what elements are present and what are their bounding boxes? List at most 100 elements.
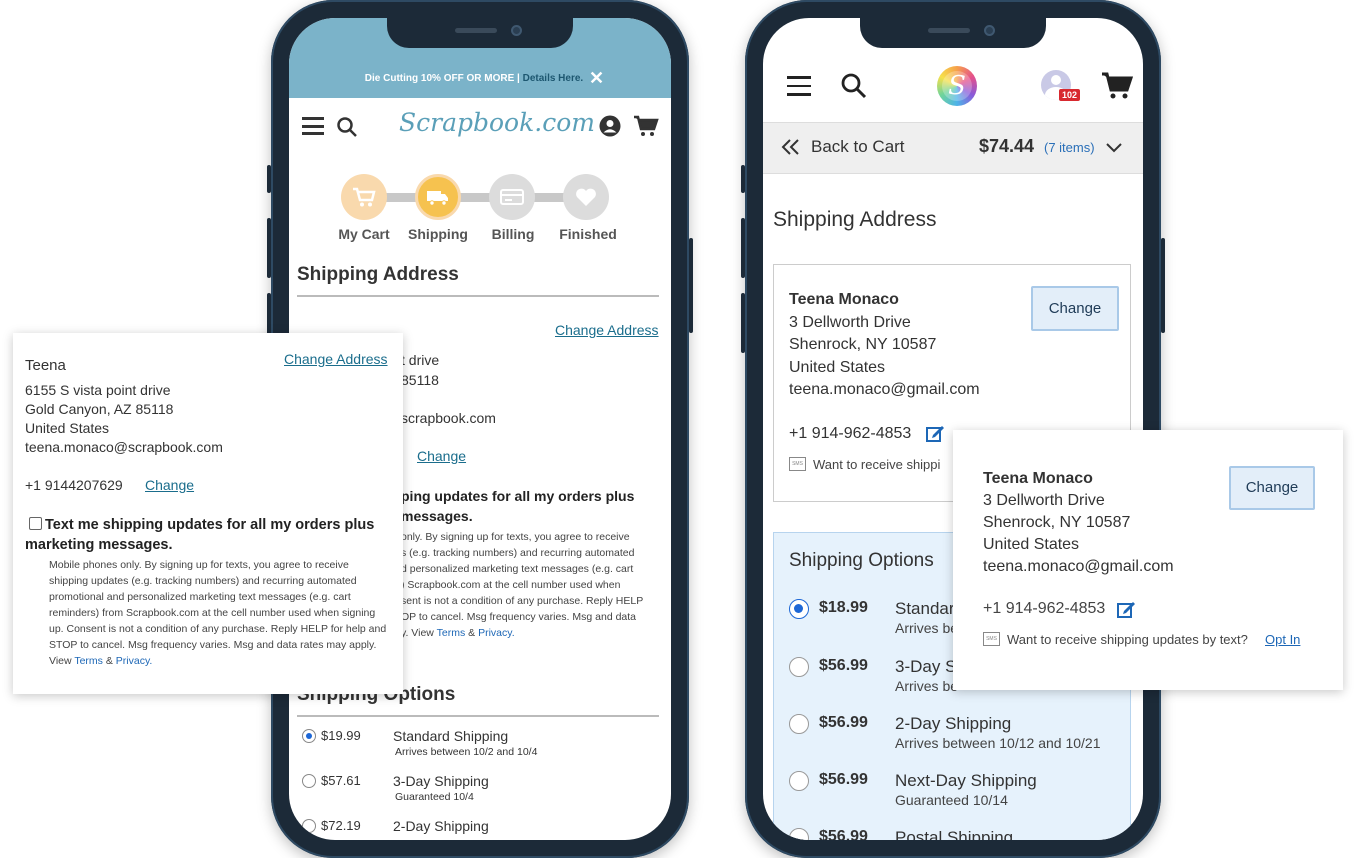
option-radio[interactable] [789,771,809,791]
edit-phone-icon[interactable] [1116,599,1136,624]
cart-icon[interactable] [1101,72,1134,105]
address-email: teena.monaco@scrapbook.com [25,439,223,455]
option-name: Postal Shipping [895,828,1014,840]
shipping-option[interactable]: $57.61 3-Day Shipping Guaranteed 10/4 [302,773,662,813]
option-sub: Arrives be [895,678,959,694]
option-sub: Guaranteed 10/4 [395,791,474,803]
shipping-option[interactable]: $72.19 2-Day Shipping [302,818,662,840]
option-radio[interactable] [789,714,809,734]
privacy-link[interactable]: Privacy. [116,655,153,667]
sms-fine-print: only. By signing up for texts, you agree… [401,531,644,639]
chevron-down-icon[interactable] [1105,141,1123,159]
banner-close-icon[interactable]: ✕ [589,68,604,89]
address-country: United States [789,359,886,376]
change-address-button[interactable]: Change [1229,466,1315,510]
option-radio[interactable] [789,657,809,677]
account-icon[interactable] [599,115,621,142]
sms-label-fragment: ping updates for all my orders plus [401,488,635,504]
cart-icon[interactable] [633,115,659,142]
address-email: teena.monaco@gmail.com [789,381,980,398]
address-line-fragment: t drive [401,352,440,368]
back-to-cart-link[interactable]: Back to Cart [811,137,905,157]
option-radio[interactable] [302,819,316,833]
address-line-2: Gold Canyon, AZ 85118 [25,401,174,417]
option-price: $56.99 [819,657,868,674]
shipping-option[interactable]: $56.99 2-Day Shipping Arrives between 10… [789,714,1119,758]
address-country: United States [25,420,110,436]
shipping-options-title: Shipping Options [789,550,934,571]
option-price: $56.99 [819,771,868,788]
address-line-2: Shenrock, NY 10587 [983,514,1131,531]
option-price: $18.99 [819,599,868,616]
email-fragment: scrapbook.com [401,410,496,426]
opt-in-link[interactable]: Opt In [1265,632,1300,647]
shipping-address-title: Shipping Address [773,208,937,231]
terms-link[interactable]: Terms [437,627,466,639]
shipping-option[interactable]: $56.99 Postal Shipping [789,828,1119,840]
hamburger-menu-icon[interactable] [302,117,324,135]
step-label-finished: Finished [559,226,617,242]
address-line-2: Shenrock, NY 10587 [789,336,937,353]
brand-s-logo[interactable]: S [937,66,977,106]
phone-notch [860,18,1046,48]
hamburger-menu-icon[interactable] [787,76,811,96]
option-name: Standard Shipping [393,728,509,744]
edit-phone-icon[interactable] [925,423,945,448]
phone-notch [387,18,573,48]
change-address-link[interactable]: Change Address [555,322,659,338]
right-address-card: Teena Monaco 3 Dellworth Drive Shenrock,… [953,430,1343,690]
recipient-name: Teena [25,357,66,374]
brand-logo[interactable]: Scrapbook.com [399,108,595,137]
sms-opt-in-label[interactable]: Text me shipping updates for all my orde… [25,515,385,555]
address-line-1: 6155 S vista point drive [25,382,171,398]
double-chevron-left-icon[interactable] [781,138,801,161]
sms-icon: SMS [789,457,806,471]
recipient-name: Teena Monaco [983,470,1093,487]
section-divider [297,295,659,297]
heart-icon [576,188,596,206]
change-address-link[interactable]: Change Address [284,351,388,367]
card-icon [500,189,524,205]
address-email: teena.monaco@gmail.com [983,558,1174,575]
sms-fine-print: Mobile phones only. By signing up for te… [49,559,387,667]
sms-prompt-text: Want to receive shipping updates by text… [1007,632,1248,647]
right-phone-frame: S 102 Back to Cart $74.44 (7 items) Ship… [741,0,1165,858]
option-name: 2-Day Shipping [895,714,1012,733]
option-radio[interactable] [789,599,809,619]
change-address-button[interactable]: Change [1031,286,1119,331]
shipping-option[interactable]: $56.99 Next-Day Shipping Guaranteed 10/1… [789,771,1119,815]
option-radio[interactable] [789,828,809,840]
option-name: Next-Day Shipping [895,771,1037,790]
option-name: 3-Day S [895,657,957,676]
option-price: $19.99 [321,728,361,743]
phone-number: +1 9144207629 [25,477,123,493]
phone-number: +1 914-962-4853 [983,600,1106,617]
option-radio[interactable] [302,729,316,743]
shipping-option[interactable]: $19.99 Standard Shipping Arrives between… [302,728,662,768]
address-line-fragment: 85118 [401,372,439,388]
option-price: $56.99 [819,714,868,731]
option-name: 3-Day Shipping [393,773,489,789]
option-price: $57.61 [321,773,361,788]
recipient-name: Teena Monaco [789,291,899,308]
terms-link[interactable]: Terms [74,655,103,667]
promo-details-link[interactable]: Details Here. [523,73,584,84]
search-icon[interactable] [336,116,358,143]
phone-change-link[interactable]: Change [417,448,466,464]
option-sub: Arrives between 10/2 and 10/4 [395,746,538,758]
change-phone-link[interactable]: Change [145,477,194,493]
notification-badge: 102 [1059,89,1081,101]
section-divider [297,715,659,717]
step-shipping [415,174,461,220]
option-sub: Guaranteed 10/14 [895,792,1008,808]
search-icon[interactable] [840,72,868,105]
privacy-link[interactable]: Privacy. [478,627,515,639]
option-radio[interactable] [302,774,316,788]
option-price: $72.19 [321,818,361,833]
option-price: $56.99 [819,828,868,840]
step-billing [489,174,535,220]
order-total: $74.44 [979,136,1035,156]
address-line-1: 3 Dellworth Drive [983,492,1105,509]
right-phone-screen: S 102 Back to Cart $74.44 (7 items) Ship… [763,18,1143,840]
sms-prompt-text: Want to receive shippi [813,457,941,472]
